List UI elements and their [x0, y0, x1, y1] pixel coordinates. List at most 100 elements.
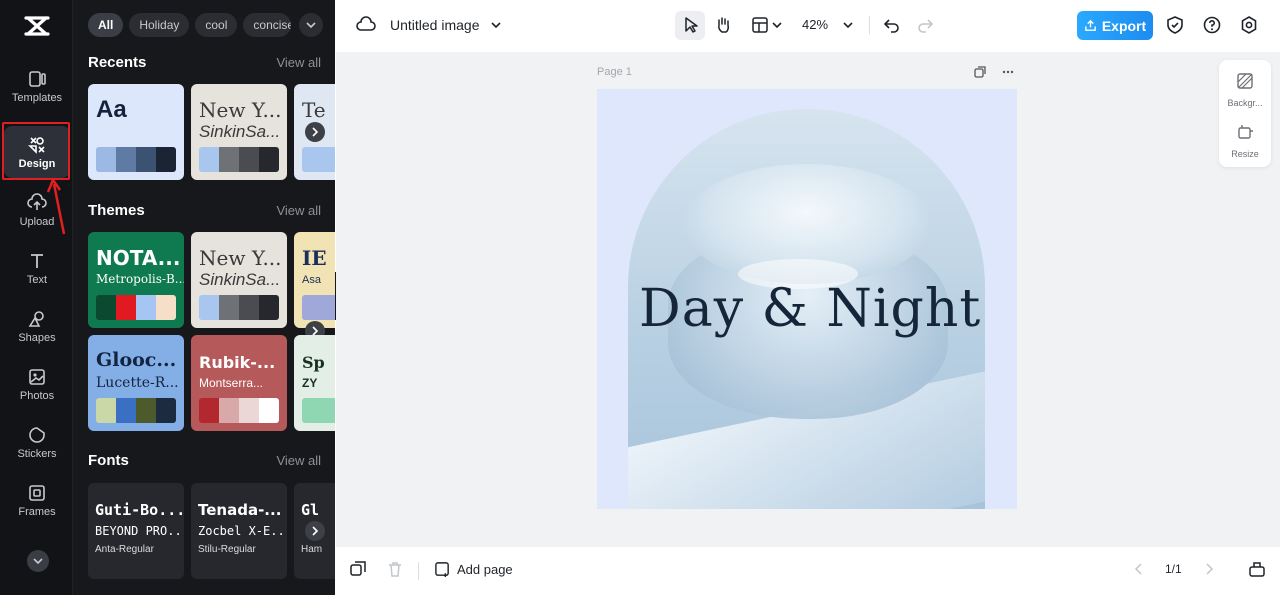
add-page-button[interactable]: Add page	[434, 561, 513, 578]
chevron-down-icon[interactable]	[841, 17, 855, 33]
duplicate-icon[interactable]	[349, 560, 367, 578]
photo-icon	[29, 368, 45, 385]
help-icon[interactable]	[1202, 15, 1222, 35]
color-swatch	[199, 398, 219, 423]
more-tools-button[interactable]	[27, 550, 49, 572]
document-title[interactable]: Untitled image	[390, 17, 480, 33]
theme-card[interactable]: New Y... SinkinSa...	[191, 232, 287, 328]
capcut-logo-icon[interactable]	[22, 12, 52, 40]
chip-cool[interactable]: cool	[195, 13, 238, 37]
chevron-down-icon	[33, 558, 43, 565]
chevron-down-icon	[306, 22, 316, 29]
export-label: Export	[1101, 17, 1147, 34]
design-page[interactable]: Day & Night	[597, 89, 1017, 509]
color-swatch	[259, 398, 279, 423]
color-swatch	[136, 295, 156, 320]
recent-card[interactable]: New Y... SinkinSa...	[191, 84, 287, 180]
templates-icon	[29, 70, 46, 87]
export-button[interactable]: Export	[1077, 11, 1153, 40]
recents-scroll-right-button[interactable]	[305, 122, 325, 142]
color-swatch	[136, 398, 156, 423]
color-swatch	[199, 147, 219, 172]
card-title: IE	[302, 246, 327, 270]
color-swatches	[302, 147, 335, 172]
hand-tool-icon[interactable]	[713, 15, 733, 35]
recent-card[interactable]: Aa	[88, 84, 184, 180]
side-tools-panel: Backgr... Resize	[1219, 60, 1271, 167]
rail-item-photos[interactable]: Photos	[4, 358, 70, 410]
background-tool[interactable]: Backgr...	[1219, 72, 1271, 108]
font-card-subtitle: BEYOND PRO...	[95, 524, 184, 538]
rail-item-text[interactable]: Text	[4, 242, 70, 294]
shield-icon[interactable]	[1165, 15, 1185, 35]
chevron-down-icon[interactable]	[489, 17, 503, 33]
rail-item-templates[interactable]: Templates	[4, 60, 70, 112]
next-page-icon[interactable]	[1201, 561, 1217, 577]
chevron-down-icon[interactable]	[770, 17, 784, 33]
settings-gear-icon[interactable]	[1239, 15, 1259, 35]
page-counter: 1/1	[1165, 562, 1182, 576]
theme-card[interactable]: IE Asa	[294, 232, 335, 328]
recents-view-all[interactable]: View all	[276, 55, 321, 70]
color-swatches	[96, 147, 176, 172]
redo-icon[interactable]	[915, 15, 935, 35]
more-options-icon[interactable]	[1001, 65, 1015, 79]
color-swatch	[156, 295, 176, 320]
font-card[interactable]: Guti-Bo... BEYOND PRO... Anta-Regular	[88, 483, 184, 579]
chip-all[interactable]: All	[88, 13, 124, 37]
rail-item-label: Text	[26, 273, 48, 286]
rail-item-label: Shapes	[18, 331, 56, 344]
color-swatches	[199, 295, 279, 320]
pages-panel-icon[interactable]	[1248, 560, 1266, 578]
page-label: Page 1	[597, 66, 632, 78]
shapes-icon	[28, 310, 44, 327]
themes-view-all[interactable]: View all	[276, 203, 321, 218]
resize-tool[interactable]: Resize	[1219, 123, 1271, 159]
toolbar-divider	[869, 16, 870, 34]
zoom-level[interactable]: 42%	[802, 17, 828, 32]
font-card-title: Guti-Bo...	[95, 501, 184, 519]
color-swatch	[136, 147, 156, 172]
card-title: Rubik-...	[199, 353, 276, 372]
chips-more-button[interactable]	[299, 13, 323, 37]
color-swatch	[156, 398, 176, 423]
theme-card[interactable]: NOTA... Metropolis-B...	[88, 232, 184, 328]
rail-item-label: Photos	[19, 389, 55, 402]
chip-holiday[interactable]: Holiday	[129, 13, 190, 37]
duplicate-page-icon[interactable]	[973, 65, 987, 79]
headline-text[interactable]: Day & Night	[639, 279, 980, 339]
rail-item-shapes[interactable]: Shapes	[4, 300, 70, 352]
rail-item-stickers[interactable]: Stickers	[4, 416, 70, 468]
card-subtitle: Asa	[302, 274, 321, 286]
undo-icon[interactable]	[882, 15, 902, 35]
rail-item-frames[interactable]: Frames	[4, 474, 70, 526]
bottom-toolbar: Add page 1/1	[336, 547, 1280, 595]
card-subtitle: SinkinSa...	[199, 122, 281, 141]
color-swatch	[96, 147, 116, 172]
font-card[interactable]: Tenada-... Zocbel X-E... Stilu-Regular	[191, 483, 287, 579]
fonts-scroll-right-button[interactable]	[305, 521, 325, 541]
background-icon	[1237, 73, 1253, 89]
font-card-title: Gl	[301, 501, 320, 519]
chip-concise[interactable]: concise	[243, 13, 292, 37]
color-swatches	[302, 398, 335, 423]
recents-title: Recents	[88, 54, 147, 71]
prev-page-icon[interactable]	[1131, 561, 1147, 577]
card-title: New Y...	[199, 246, 282, 270]
theme-card[interactable]: Glooc... Lucette-R...	[88, 335, 184, 431]
color-swatch	[219, 147, 239, 172]
card-subtitle: Metropolis-B...	[96, 272, 184, 286]
theme-card[interactable]: Rubik-... Montserra...	[191, 335, 287, 431]
color-swatches	[199, 398, 279, 423]
trash-icon[interactable]	[386, 560, 404, 578]
cloud-save-icon[interactable]	[356, 15, 376, 35]
cursor-icon	[681, 15, 701, 35]
chevron-right-icon	[312, 127, 319, 137]
color-swatch	[96, 398, 116, 423]
theme-card[interactable]: Sp ZY	[294, 335, 335, 431]
design-panel: All Holiday cool concise Recents View al…	[73, 0, 335, 595]
design-highlight-box	[2, 122, 70, 180]
layout-icon[interactable]	[750, 15, 770, 35]
card-title: Te	[302, 98, 326, 122]
fonts-view-all[interactable]: View all	[276, 453, 321, 468]
